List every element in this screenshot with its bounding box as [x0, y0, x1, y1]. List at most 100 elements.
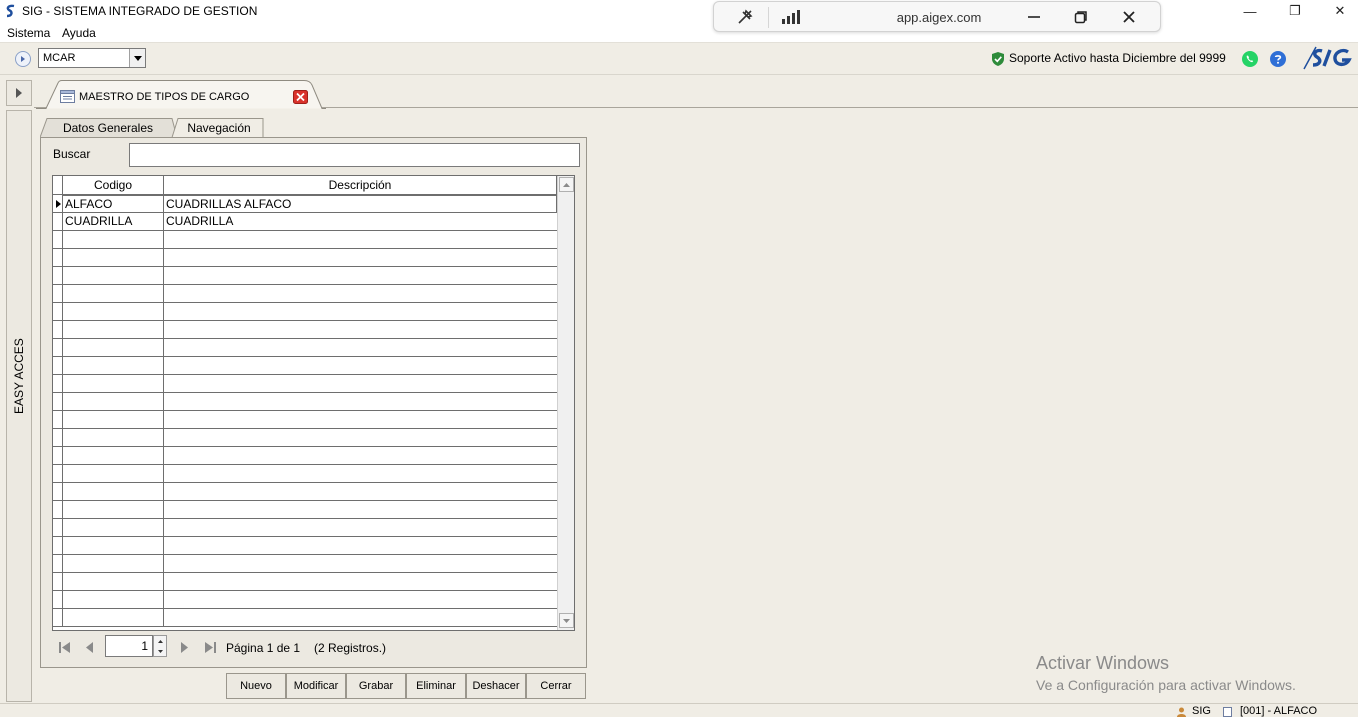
cell-descripcion[interactable] — [164, 519, 557, 536]
table-row[interactable] — [53, 465, 557, 483]
help-icon[interactable] — [1269, 50, 1287, 68]
menu-sistema[interactable]: Sistema — [7, 26, 50, 40]
table-row[interactable] — [53, 375, 557, 393]
row-indicator[interactable] — [53, 501, 63, 518]
row-indicator[interactable] — [53, 537, 63, 554]
modificar-button[interactable]: Modificar — [286, 673, 346, 699]
cell-codigo[interactable] — [63, 231, 164, 248]
table-row[interactable] — [53, 357, 557, 375]
cell-descripcion[interactable] — [164, 411, 557, 428]
cell-codigo[interactable]: ALFACO — [63, 195, 164, 212]
remote-restore-icon[interactable] — [1068, 5, 1094, 29]
remote-close-icon[interactable] — [1116, 5, 1142, 29]
cell-descripcion[interactable] — [164, 267, 557, 284]
table-row[interactable] — [53, 555, 557, 573]
spin-down-icon[interactable] — [154, 646, 166, 656]
close-button[interactable]: ✕ — [1317, 0, 1358, 22]
cell-codigo[interactable] — [63, 537, 164, 554]
scroll-down-icon[interactable] — [559, 613, 574, 628]
cell-descripcion[interactable] — [164, 231, 557, 248]
row-indicator[interactable] — [53, 213, 63, 230]
cell-descripcion[interactable] — [164, 285, 557, 302]
table-row[interactable]: ALFACO CUADRILLAS ALFACO — [53, 195, 557, 213]
table-row[interactable] — [53, 339, 557, 357]
row-indicator[interactable] — [53, 339, 63, 356]
cell-descripcion[interactable] — [164, 447, 557, 464]
cell-descripcion[interactable] — [164, 537, 557, 554]
cell-codigo[interactable] — [63, 609, 164, 626]
cell-codigo[interactable] — [63, 447, 164, 464]
table-row[interactable] — [53, 447, 557, 465]
table-row[interactable] — [53, 537, 557, 555]
cell-codigo[interactable] — [63, 285, 164, 302]
unpin-icon[interactable] — [732, 5, 758, 29]
cell-codigo[interactable] — [63, 483, 164, 500]
cell-descripcion[interactable] — [164, 393, 557, 410]
cell-descripcion[interactable] — [164, 339, 557, 356]
tab-datos-generales[interactable]: Datos Generales — [48, 118, 168, 138]
table-row[interactable] — [53, 267, 557, 285]
cell-descripcion[interactable] — [164, 573, 557, 590]
cell-descripcion[interactable]: CUADRILLA — [164, 213, 557, 230]
cell-codigo[interactable] — [63, 303, 164, 320]
grabar-button[interactable]: Grabar — [346, 673, 406, 699]
table-row[interactable] — [53, 501, 557, 519]
cell-codigo[interactable] — [63, 321, 164, 338]
row-indicator[interactable] — [53, 195, 63, 212]
spin-up-icon[interactable] — [154, 636, 166, 646]
records-grid[interactable]: Codigo Descripción ALFACO CUADRILLAS ALFA… — [52, 175, 575, 631]
cell-codigo[interactable] — [63, 501, 164, 518]
table-row[interactable] — [53, 303, 557, 321]
close-tab-icon[interactable] — [293, 90, 308, 104]
table-row[interactable] — [53, 411, 557, 429]
row-indicator[interactable] — [53, 591, 63, 608]
table-row[interactable]: CUADRILLA CUADRILLA — [53, 213, 557, 231]
table-row[interactable] — [53, 573, 557, 591]
row-indicator[interactable] — [53, 519, 63, 536]
whatsapp-icon[interactable] — [1241, 50, 1259, 68]
cell-codigo[interactable] — [63, 375, 164, 392]
cell-descripcion[interactable] — [164, 375, 557, 392]
menu-ayuda[interactable]: Ayuda — [62, 26, 96, 40]
search-input[interactable] — [129, 143, 580, 167]
play-arrow-icon[interactable] — [15, 51, 31, 67]
company-select[interactable]: MCAR — [38, 48, 146, 68]
eliminar-button[interactable]: Eliminar — [406, 673, 466, 699]
row-indicator[interactable] — [53, 429, 63, 446]
column-header-codigo[interactable]: Codigo — [63, 176, 164, 195]
page-spinner[interactable] — [153, 635, 167, 657]
row-indicator[interactable] — [53, 285, 63, 302]
cell-codigo[interactable] — [63, 591, 164, 608]
nuevo-button[interactable]: Nuevo — [226, 673, 286, 699]
row-indicator[interactable] — [53, 393, 63, 410]
table-row[interactable] — [53, 231, 557, 249]
cell-descripcion[interactable]: CUADRILLAS ALFACO — [164, 195, 557, 213]
row-indicator[interactable] — [53, 573, 63, 590]
row-indicator[interactable] — [53, 483, 63, 500]
row-indicator[interactable] — [53, 465, 63, 482]
row-indicator[interactable] — [53, 231, 63, 248]
cell-descripcion[interactable] — [164, 555, 557, 572]
row-indicator[interactable] — [53, 249, 63, 266]
row-indicator[interactable] — [53, 267, 63, 284]
side-panel-toggle[interactable] — [6, 80, 32, 106]
cell-descripcion[interactable] — [164, 465, 557, 482]
table-row[interactable] — [53, 249, 557, 267]
table-row[interactable] — [53, 393, 557, 411]
row-indicator[interactable] — [53, 609, 63, 626]
row-indicator[interactable] — [53, 555, 63, 572]
table-row[interactable] — [53, 519, 557, 537]
row-indicator[interactable] — [53, 357, 63, 374]
table-row[interactable] — [53, 591, 557, 609]
cell-descripcion[interactable] — [164, 429, 557, 446]
row-indicator[interactable] — [53, 447, 63, 464]
grid-scrollbar[interactable] — [557, 176, 574, 630]
scroll-up-icon[interactable] — [559, 177, 574, 192]
restore-button[interactable]: ❐ — [1272, 0, 1318, 22]
cell-descripcion[interactable] — [164, 357, 557, 374]
cell-descripcion[interactable] — [164, 483, 557, 500]
cell-codigo[interactable] — [63, 267, 164, 284]
cell-codigo[interactable] — [63, 519, 164, 536]
row-indicator[interactable] — [53, 411, 63, 428]
row-indicator[interactable] — [53, 303, 63, 320]
